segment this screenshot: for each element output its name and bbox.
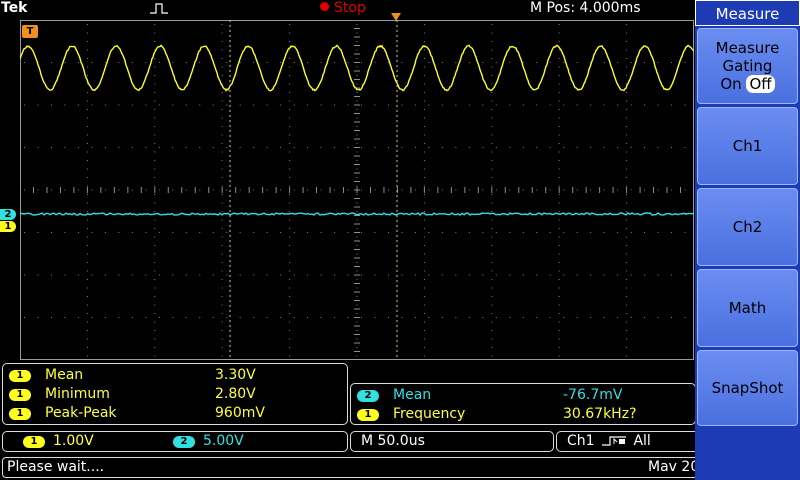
channel-badge: 1 — [9, 370, 31, 382]
top-status-bar: Tek Stop M Pos: 4.000ms — [0, 0, 695, 18]
snapshot-button[interactable]: SnapShot — [697, 350, 798, 426]
measurement-value: 3.30V — [215, 366, 256, 385]
measurement-name: Mean — [45, 366, 83, 385]
ch2-ground-marker[interactable]: 2 — [0, 209, 16, 220]
measurement-row: 2 Mean -76.7mV — [357, 386, 687, 405]
channel-badge: 1 — [9, 408, 31, 420]
channel-badge: 1 — [9, 389, 31, 401]
measurement-name: Minimum — [45, 385, 110, 404]
ch2-scale[interactable]: 2 5.00V — [173, 432, 244, 451]
status-bar: Please wait.... Mav 20. 2017. 20:48 — [2, 457, 799, 478]
ch1-ground-marker[interactable]: 1 — [0, 221, 16, 232]
timebase-value: M 50.0us — [361, 432, 425, 451]
run-state-label: Stop — [334, 0, 366, 16]
channel-badge: 1 — [23, 436, 45, 448]
menu-title: Measure — [695, 0, 800, 26]
stop-indicator-icon — [320, 2, 329, 11]
gating-label-line1: Measure — [716, 39, 780, 57]
ch1-scale[interactable]: 1 1.00V — [23, 432, 94, 451]
ch1-button[interactable]: Ch1 — [697, 107, 798, 185]
ch2-volts-per-div: 5.00V — [203, 433, 244, 449]
measurement-value: 960mV — [215, 404, 265, 423]
ch2-button-label: Ch2 — [733, 218, 763, 236]
measure-gating-button[interactable]: Measure Gating On Off — [697, 28, 798, 104]
measurement-panel-left: 1 Mean 3.30V 1 Minimum 2.80V 1 Peak-Peak 960mV — [2, 363, 348, 425]
measurement-row: 1 Minimum 2.80V — [9, 385, 339, 404]
timebase-readout[interactable]: M 50.0us — [350, 431, 554, 452]
gating-on-option[interactable]: On — [720, 75, 741, 93]
trigger-slope-icon — [601, 434, 627, 446]
gating-off-option[interactable]: Off — [746, 75, 774, 93]
brand-logo: Tek — [1, 0, 28, 16]
ch2-button[interactable]: Ch2 — [697, 188, 798, 266]
channel-badge: 1 — [357, 409, 379, 421]
measurement-value: 2.80V — [215, 385, 256, 404]
channel-badge: 2 — [357, 390, 379, 402]
measure-side-menu: Measure Measure Gating On Off Ch1 Ch2 Ma… — [695, 0, 800, 480]
measurement-row: 1 Frequency 30.67kHz? — [357, 405, 687, 424]
gating-toggle[interactable]: On Off — [720, 75, 774, 93]
measurement-row: 1 Peak-Peak 960mV — [9, 404, 339, 423]
measurement-name: Mean — [393, 386, 431, 405]
measurement-value: -76.7mV — [563, 386, 622, 405]
gating-label-line2: Gating — [723, 57, 773, 75]
measurement-row: 1 Mean 3.30V — [9, 366, 339, 385]
snapshot-button-label: SnapShot — [712, 379, 784, 397]
measurement-panel-right: 2 Mean -76.7mV 1 Frequency 30.67kHz? — [350, 383, 696, 425]
trigger-mode: All — [633, 433, 650, 449]
status-message: Please wait.... — [7, 458, 104, 477]
horizontal-position: M Pos: 4.000ms — [530, 0, 641, 16]
vertical-scale-readout[interactable]: 1 1.00V 2 5.00V — [2, 431, 348, 452]
acquisition-state: Stop — [320, 0, 366, 16]
trigger-source: Ch1 — [567, 433, 595, 449]
math-button-label: Math — [729, 299, 767, 317]
waveform-graticule — [20, 20, 694, 360]
trigger-level-marker[interactable]: T — [22, 25, 38, 38]
channel-badge: 2 — [173, 436, 195, 448]
trigger-type-icon — [150, 2, 168, 14]
ch1-volts-per-div: 1.00V — [53, 433, 94, 449]
measurement-name: Frequency — [393, 405, 465, 424]
trigger-info: Ch1 All — [567, 432, 651, 451]
ch1-button-label: Ch1 — [733, 137, 763, 155]
math-button[interactable]: Math — [697, 269, 798, 347]
measurement-value: 30.67kHz? — [563, 405, 637, 424]
measurement-name: Peak-Peak — [45, 404, 117, 423]
